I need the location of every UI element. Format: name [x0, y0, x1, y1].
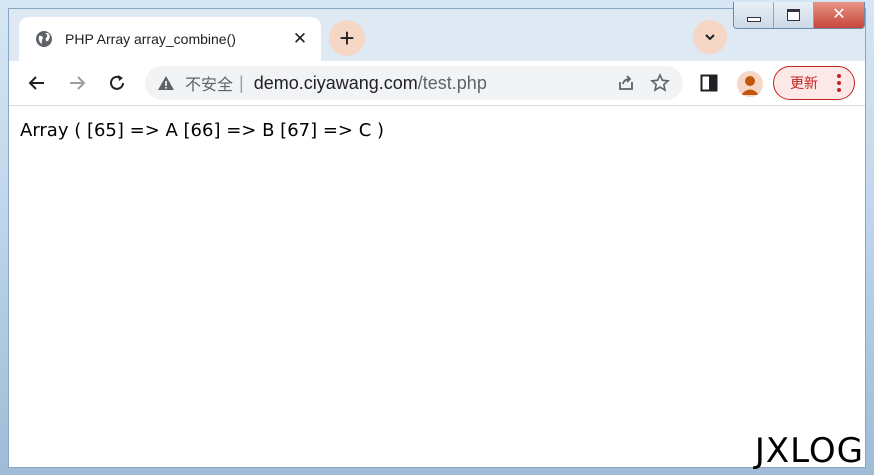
php-output-text: Array ( [65] => A [66] => B [67] => C ): [20, 120, 385, 141]
url-path: /test.php: [417, 72, 487, 93]
title-bar: PHP Array array_combine() ✕ + ✕: [9, 2, 865, 61]
minimize-button[interactable]: [734, 2, 774, 28]
new-tab-button[interactable]: +: [329, 20, 365, 56]
update-button[interactable]: 更新: [773, 66, 855, 100]
warning-icon[interactable]: [157, 74, 175, 92]
minimize-icon: [746, 16, 761, 22]
url-host: demo.ciyawang.com: [253, 72, 418, 93]
side-panel-icon: [700, 74, 718, 92]
toolbar: 不安全 | demo.ciyawang.com/test.php 更新: [9, 61, 865, 106]
url-separator: |: [239, 72, 244, 93]
security-label[interactable]: 不安全: [185, 71, 233, 95]
back-button[interactable]: [25, 71, 49, 95]
globe-icon: [35, 30, 53, 48]
tab-close-icon[interactable]: ✕: [289, 29, 311, 49]
url-text[interactable]: demo.ciyawang.com/test.php: [254, 73, 615, 94]
chevron-down-icon: [705, 34, 715, 41]
arrow-right-icon: [70, 76, 86, 90]
more-menu-icon[interactable]: [828, 74, 850, 92]
page-content: Array ( [65] => A [66] => B [67] => C ): [9, 106, 865, 467]
forward-button[interactable]: [65, 71, 89, 95]
window-controls: ✕: [733, 2, 865, 29]
person-icon: [741, 76, 759, 95]
side-panel-button[interactable]: [697, 71, 721, 95]
bookmark-star-icon[interactable]: [649, 72, 671, 94]
browser-window: PHP Array array_combine() ✕ + ✕ 不安全 | de…: [8, 2, 866, 468]
maximize-button[interactable]: [774, 2, 814, 28]
profile-avatar[interactable]: [737, 71, 763, 97]
watermark-text: JXLOG: [754, 431, 864, 471]
reload-icon: [110, 75, 124, 90]
update-label: 更新: [790, 75, 818, 91]
arrow-left-icon: [28, 76, 44, 90]
reload-button[interactable]: [105, 71, 129, 95]
close-icon: ✕: [832, 6, 846, 23]
tab-title: PHP Array array_combine(): [65, 31, 236, 47]
tab-search-button[interactable]: [693, 20, 727, 54]
share-icon[interactable]: [615, 72, 637, 94]
close-window-button[interactable]: ✕: [814, 2, 864, 28]
tab-active[interactable]: PHP Array array_combine() ✕: [19, 17, 321, 61]
address-bar[interactable]: 不安全 | demo.ciyawang.com/test.php: [145, 66, 683, 100]
maximize-icon: [787, 9, 800, 21]
